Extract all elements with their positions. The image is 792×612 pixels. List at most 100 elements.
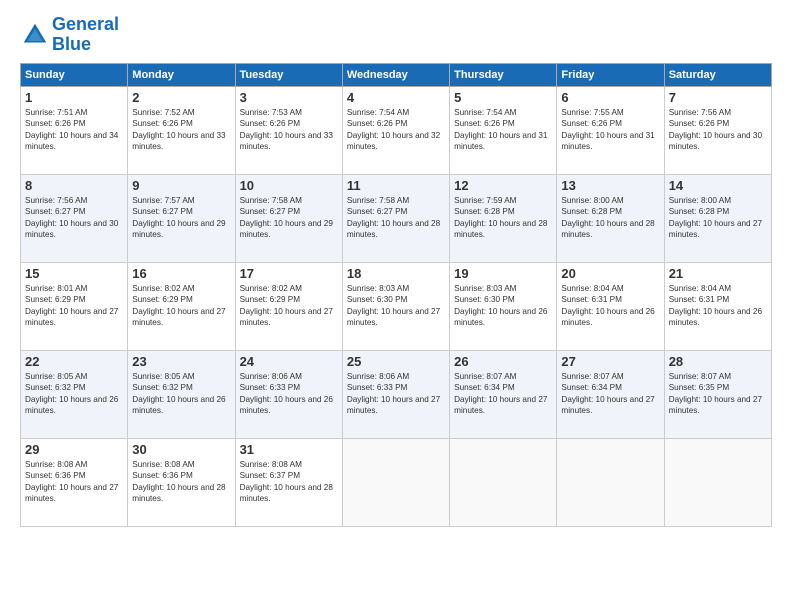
day-info: Sunrise: 8:02 AMSunset: 6:29 PMDaylight:… [132,283,230,329]
day-info: Sunrise: 8:08 AMSunset: 6:36 PMDaylight:… [132,459,230,505]
calendar-cell: 4 Sunrise: 7:54 AMSunset: 6:26 PMDaylight… [342,86,449,174]
day-number: 22 [25,354,123,369]
calendar-cell: 29 Sunrise: 8:08 AMSunset: 6:36 PMDayligh… [21,438,128,526]
calendar-cell: 3 Sunrise: 7:53 AMSunset: 6:26 PMDaylight… [235,86,342,174]
logo-icon [20,20,50,50]
calendar-cell: 28 Sunrise: 8:07 AMSunset: 6:35 PMDayligh… [664,350,771,438]
day-info: Sunrise: 8:05 AMSunset: 6:32 PMDaylight:… [132,371,230,417]
day-number: 18 [347,266,445,281]
calendar-cell: 8 Sunrise: 7:56 AMSunset: 6:27 PMDaylight… [21,174,128,262]
logo: General Blue [20,15,119,55]
logo-text: General Blue [52,15,119,55]
calendar-cell: 15 Sunrise: 8:01 AMSunset: 6:29 PMDayligh… [21,262,128,350]
day-info: Sunrise: 7:52 AMSunset: 6:26 PMDaylight:… [132,107,230,153]
day-info: Sunrise: 7:56 AMSunset: 6:27 PMDaylight:… [25,195,123,241]
day-number: 25 [347,354,445,369]
calendar-cell: 14 Sunrise: 8:00 AMSunset: 6:28 PMDayligh… [664,174,771,262]
calendar-cell: 1 Sunrise: 7:51 AMSunset: 6:26 PMDaylight… [21,86,128,174]
day-number: 7 [669,90,767,105]
day-number: 19 [454,266,552,281]
calendar-cell: 31 Sunrise: 8:08 AMSunset: 6:37 PMDayligh… [235,438,342,526]
day-info: Sunrise: 7:54 AMSunset: 6:26 PMDaylight:… [454,107,552,153]
day-number: 15 [25,266,123,281]
calendar-cell: 6 Sunrise: 7:55 AMSunset: 6:26 PMDaylight… [557,86,664,174]
day-number: 6 [561,90,659,105]
day-info: Sunrise: 7:56 AMSunset: 6:26 PMDaylight:… [669,107,767,153]
calendar-cell: 20Sunrise: 8:04 AMSunset: 6:31 PMDayligh… [557,262,664,350]
day-info: Sunrise: 8:01 AMSunset: 6:29 PMDaylight:… [25,283,123,329]
day-number: 2 [132,90,230,105]
calendar-cell: 25 Sunrise: 8:06 AMSunset: 6:33 PMDayligh… [342,350,449,438]
day-info: Sunrise: 8:07 AMSunset: 6:35 PMDaylight:… [669,371,767,417]
calendar-cell [342,438,449,526]
day-number: 21 [669,266,767,281]
calendar-cell: 11 Sunrise: 7:58 AMSunset: 6:27 PMDayligh… [342,174,449,262]
day-info: Sunrise: 8:07 AMSunset: 6:34 PMDaylight:… [561,371,659,417]
day-info: Sunrise: 8:08 AMSunset: 6:37 PMDaylight:… [240,459,338,505]
page: General Blue SundayMondayTuesdayWednesda… [0,0,792,612]
calendar-cell: 27 Sunrise: 8:07 AMSunset: 6:34 PMDayligh… [557,350,664,438]
day-info: Sunrise: 8:03 AMSunset: 6:30 PMDaylight:… [454,283,552,329]
calendar-cell: 18 Sunrise: 8:03 AMSunset: 6:30 PMDayligh… [342,262,449,350]
calendar-cell [450,438,557,526]
day-number: 5 [454,90,552,105]
day-info: Sunrise: 7:53 AMSunset: 6:26 PMDaylight:… [240,107,338,153]
calendar-cell: 23 Sunrise: 8:05 AMSunset: 6:32 PMDayligh… [128,350,235,438]
day-number: 10 [240,178,338,193]
day-info: Sunrise: 7:57 AMSunset: 6:27 PMDaylight:… [132,195,230,241]
calendar-cell: 10 Sunrise: 7:58 AMSunset: 6:27 PMDayligh… [235,174,342,262]
calendar-cell: 17Sunrise: 8:02 AMSunset: 6:29 PMDayligh… [235,262,342,350]
col-header-monday: Monday [128,63,235,86]
day-info: Sunrise: 7:58 AMSunset: 6:27 PMDaylight:… [347,195,445,241]
col-header-sunday: Sunday [21,63,128,86]
day-number: 31 [240,442,338,457]
header: General Blue [20,15,772,55]
calendar-cell: 12 Sunrise: 7:59 AMSunset: 6:28 PMDayligh… [450,174,557,262]
calendar-cell: 26 Sunrise: 8:07 AMSunset: 6:34 PMDayligh… [450,350,557,438]
day-number: 28 [669,354,767,369]
col-header-saturday: Saturday [664,63,771,86]
calendar-cell: 16 Sunrise: 8:02 AMSunset: 6:29 PMDayligh… [128,262,235,350]
calendar-cell: 9 Sunrise: 7:57 AMSunset: 6:27 PMDaylight… [128,174,235,262]
calendar-cell: 30Sunrise: 8:08 AMSunset: 6:36 PMDayligh… [128,438,235,526]
day-number: 14 [669,178,767,193]
calendar-cell: 2 Sunrise: 7:52 AMSunset: 6:26 PMDaylight… [128,86,235,174]
day-number: 13 [561,178,659,193]
calendar-cell: 7 Sunrise: 7:56 AMSunset: 6:26 PMDaylight… [664,86,771,174]
day-number: 12 [454,178,552,193]
day-number: 9 [132,178,230,193]
day-info: Sunrise: 8:06 AMSunset: 6:33 PMDaylight:… [347,371,445,417]
calendar: SundayMondayTuesdayWednesdayThursdayFrid… [20,63,772,527]
col-header-wednesday: Wednesday [342,63,449,86]
col-header-friday: Friday [557,63,664,86]
day-info: Sunrise: 8:07 AMSunset: 6:34 PMDaylight:… [454,371,552,417]
day-info: Sunrise: 7:59 AMSunset: 6:28 PMDaylight:… [454,195,552,241]
calendar-cell: 21Sunrise: 8:04 AMSunset: 6:31 PMDayligh… [664,262,771,350]
day-number: 23 [132,354,230,369]
calendar-cell: 13 Sunrise: 8:00 AMSunset: 6:28 PMDayligh… [557,174,664,262]
calendar-cell: 22Sunrise: 8:05 AMSunset: 6:32 PMDayligh… [21,350,128,438]
day-number: 3 [240,90,338,105]
day-number: 16 [132,266,230,281]
day-number: 11 [347,178,445,193]
day-number: 1 [25,90,123,105]
day-number: 26 [454,354,552,369]
day-number: 8 [25,178,123,193]
day-info: Sunrise: 8:02 AMSunset: 6:29 PMDaylight:… [240,283,338,329]
day-number: 4 [347,90,445,105]
day-info: Sunrise: 8:03 AMSunset: 6:30 PMDaylight:… [347,283,445,329]
day-info: Sunrise: 8:08 AMSunset: 6:36 PMDaylight:… [25,459,123,505]
col-header-thursday: Thursday [450,63,557,86]
day-info: Sunrise: 7:58 AMSunset: 6:27 PMDaylight:… [240,195,338,241]
day-info: Sunrise: 8:06 AMSunset: 6:33 PMDaylight:… [240,371,338,417]
calendar-cell [557,438,664,526]
calendar-cell: 19 Sunrise: 8:03 AMSunset: 6:30 PMDayligh… [450,262,557,350]
day-info: Sunrise: 7:54 AMSunset: 6:26 PMDaylight:… [347,107,445,153]
day-info: Sunrise: 7:55 AMSunset: 6:26 PMDaylight:… [561,107,659,153]
day-info: Sunrise: 7:51 AMSunset: 6:26 PMDaylight:… [25,107,123,153]
day-number: 27 [561,354,659,369]
day-info: Sunrise: 8:00 AMSunset: 6:28 PMDaylight:… [561,195,659,241]
day-info: Sunrise: 8:00 AMSunset: 6:28 PMDaylight:… [669,195,767,241]
calendar-cell: 24Sunrise: 8:06 AMSunset: 6:33 PMDayligh… [235,350,342,438]
day-number: 29 [25,442,123,457]
